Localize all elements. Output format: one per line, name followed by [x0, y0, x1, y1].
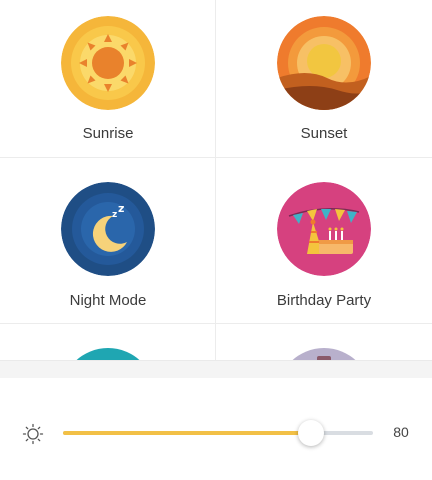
scene-birthday-party[interactable]: Birthday Party: [216, 158, 432, 324]
sunrise-icon: [61, 16, 155, 110]
scene-sunset[interactable]: Sunset: [216, 0, 432, 158]
scene-night-mode[interactable]: z z Night Mode: [0, 158, 216, 324]
scene-grid: Sunrise Sunset z z Night Mode Birthday P…: [0, 0, 432, 360]
scene-label: Sunset: [300, 125, 348, 142]
svg-text:z: z: [118, 202, 124, 215]
brightness-panel: 80: [0, 378, 432, 480]
scene-icon: [277, 348, 371, 360]
svg-text:z: z: [112, 210, 117, 220]
moon-icon: z z: [61, 182, 155, 276]
scene-sunrise[interactable]: Sunrise: [0, 0, 216, 158]
brightness-slider-track[interactable]: [63, 431, 373, 435]
brightness-slider-fill: [63, 431, 311, 435]
scene-label: Sunrise: [82, 125, 134, 142]
scene-label: Birthday Party: [276, 292, 372, 309]
scene-label: Night Mode: [69, 292, 147, 309]
party-icon: [277, 182, 371, 276]
brightness-icon: [22, 423, 44, 445]
panel-separator: [0, 360, 432, 378]
brightness-slider-thumb[interactable]: [298, 420, 324, 446]
scene-6[interactable]: [216, 324, 432, 360]
scene-5[interactable]: [0, 324, 216, 360]
scene-icon: [61, 348, 155, 360]
sunset-icon: [277, 16, 371, 110]
brightness-value: 80: [393, 424, 409, 440]
